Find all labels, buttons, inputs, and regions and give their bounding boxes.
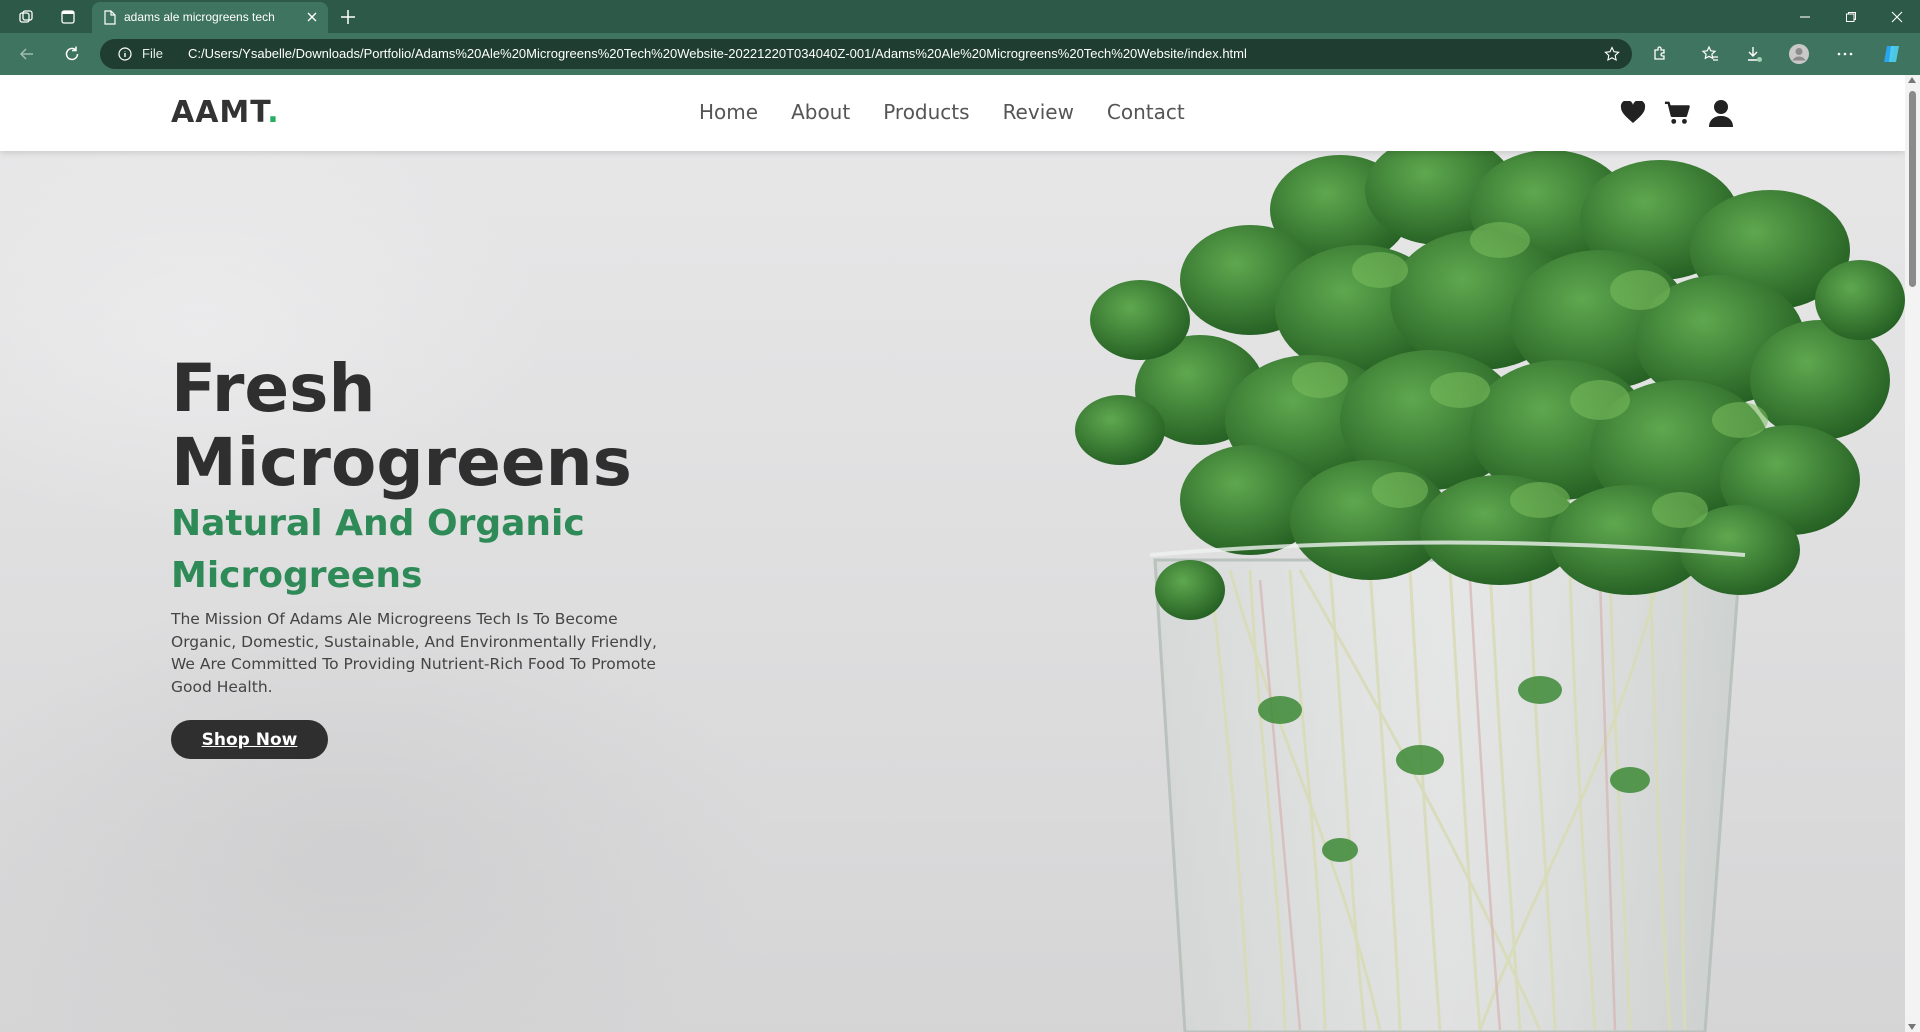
minimize-button[interactable] <box>1782 0 1828 33</box>
back-button[interactable] <box>15 42 39 66</box>
favorites-icon <box>1701 45 1718 61</box>
downloads-button[interactable] <box>1742 42 1766 66</box>
user-icon[interactable] <box>1708 99 1734 127</box>
page-icon <box>104 10 116 25</box>
new-tab-button[interactable] <box>336 5 360 29</box>
scroll-up-arrow-icon[interactable] <box>1908 77 1916 83</box>
main-nav: Home About Products Review Contact <box>699 100 1185 124</box>
restore-icon <box>1846 11 1856 22</box>
active-tab[interactable]: adams ale microgreens tech <box>92 2 328 33</box>
address-url[interactable]: C:/Users/Ysabelle/Downloads/Portfolio/Ad… <box>188 46 1247 61</box>
profile-button[interactable] <box>1787 42 1811 66</box>
settings-menu-button[interactable] <box>1833 42 1857 66</box>
address-scheme-label: File <box>142 46 163 61</box>
heart-icon[interactable] <box>1620 99 1646 127</box>
copilot-icon <box>1884 46 1899 62</box>
browser-toolbar: File C:/Users/Ysabelle/Downloads/Portfol… <box>0 33 1920 75</box>
copilot-button[interactable] <box>1880 42 1904 66</box>
site-logo[interactable]: AAMT. <box>171 95 280 130</box>
hero-title: Fresh Microgreens <box>171 350 632 501</box>
workspaces-icon[interactable] <box>14 5 38 29</box>
scrollbar-thumb[interactable] <box>1909 91 1916 287</box>
nav-about[interactable]: About <box>791 100 850 124</box>
plus-icon <box>341 10 355 24</box>
nav-products[interactable]: Products <box>883 100 969 124</box>
extensions-button[interactable] <box>1648 42 1672 66</box>
close-tab-icon[interactable] <box>304 9 320 25</box>
nav-contact[interactable]: Contact <box>1107 100 1185 124</box>
nav-home[interactable]: Home <box>699 100 758 124</box>
puzzle-icon <box>1654 46 1665 60</box>
minimize-icon <box>1800 15 1810 18</box>
restore-button[interactable] <box>1828 0 1874 33</box>
address-bar[interactable]: File C:/Users/Ysabelle/Downloads/Portfol… <box>100 39 1632 69</box>
scroll-down-arrow-icon[interactable] <box>1908 1024 1916 1030</box>
hero-description: The Mission Of Adams Ale Microgreens Tec… <box>171 610 657 696</box>
tab-title: adams ale microgreens tech <box>124 10 275 24</box>
close-icon <box>1891 11 1903 22</box>
tab-actions-icon[interactable] <box>56 5 80 29</box>
more-icon <box>1837 52 1853 56</box>
header-icons <box>1620 99 1734 127</box>
refresh-button[interactable] <box>60 42 84 66</box>
cart-icon[interactable] <box>1664 99 1690 127</box>
logo-dot: . <box>267 95 280 130</box>
logo-text: AAMT <box>171 95 268 130</box>
browser-tab-bar: adams ale microgreens tech <box>0 0 1920 33</box>
favorites-button[interactable] <box>1698 42 1722 66</box>
arrow-left-icon <box>19 48 33 60</box>
nav-review[interactable]: Review <box>1003 100 1074 124</box>
profile-avatar-icon <box>1789 44 1809 64</box>
download-icon <box>1748 47 1762 62</box>
page-viewport: AAMT. Home About Products Review Contact… <box>0 75 1905 1032</box>
refresh-icon <box>65 46 79 61</box>
microgreens-glass-image <box>1075 150 1905 1032</box>
favorite-star-icon[interactable] <box>1604 46 1620 62</box>
hero-subtitle: Natural And Organic Microgreens <box>171 503 585 596</box>
site-header: AAMT. Home About Products Review Contact <box>0 75 1905 151</box>
page-scrollbar[interactable] <box>1905 75 1920 1032</box>
shop-now-button[interactable]: Shop Now <box>171 720 328 759</box>
info-icon[interactable] <box>118 47 132 61</box>
close-window-button[interactable] <box>1874 0 1920 33</box>
